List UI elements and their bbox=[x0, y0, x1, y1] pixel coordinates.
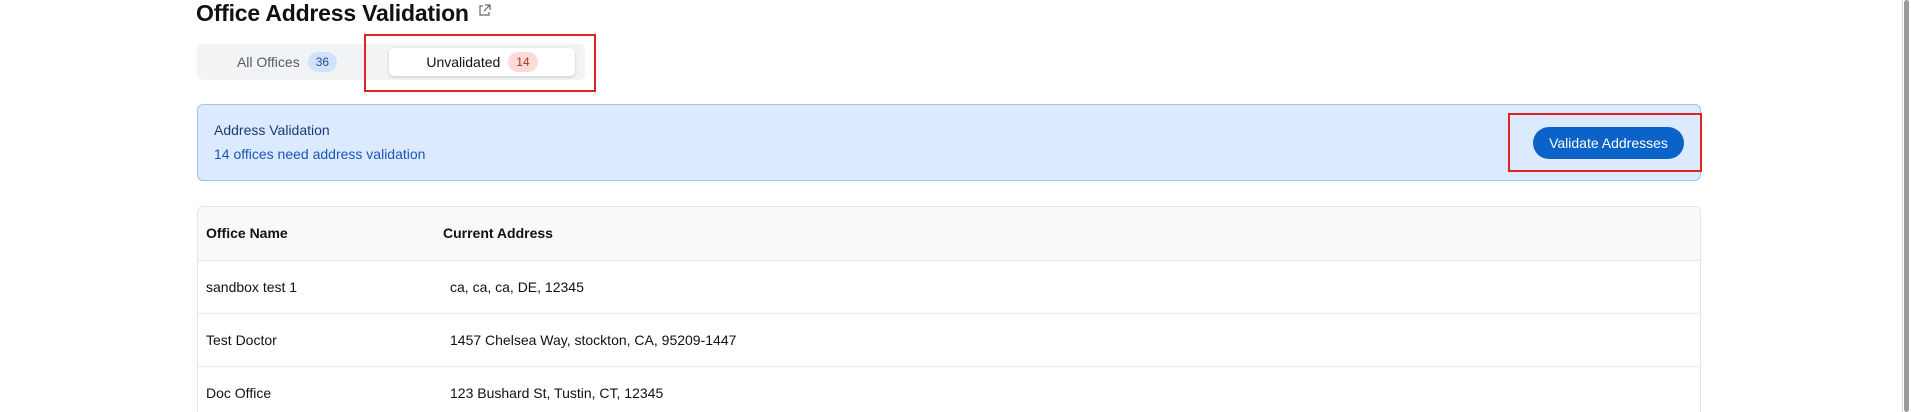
table: Office Name Current Address sandbox test… bbox=[198, 207, 1700, 412]
page: Office Address Validation All Offices 36… bbox=[0, 0, 1911, 412]
tab-all-offices[interactable]: All Offices 36 bbox=[197, 44, 377, 80]
page-title: Office Address Validation bbox=[196, 0, 469, 26]
table-row[interactable]: Doc Office 123 Bushard St, Tustin, CT, 1… bbox=[198, 366, 1700, 412]
highlight-box bbox=[364, 34, 596, 92]
table-row[interactable]: Test Doctor 1457 Chelsea Way, stockton, … bbox=[198, 313, 1700, 366]
highlight-box bbox=[1508, 113, 1702, 172]
count-badge: 36 bbox=[307, 52, 338, 72]
column-header-current-address[interactable]: Current Address bbox=[443, 207, 1700, 260]
scrollbar-thumb[interactable] bbox=[1904, 0, 1909, 412]
address-cell: 1457 Chelsea Way, stockton, CA, 95209-14… bbox=[450, 331, 737, 348]
external-link-icon[interactable] bbox=[478, 3, 491, 17]
offices-table: Office Name Current Address sandbox test… bbox=[197, 206, 1701, 412]
office-name-cell: Doc Office bbox=[206, 384, 272, 401]
table-header-row: Office Name Current Address bbox=[198, 207, 1700, 260]
office-name-cell: sandbox test 1 bbox=[206, 278, 298, 295]
address-cell: 123 Bushard St, Tustin, CT, 12345 bbox=[450, 384, 664, 401]
title-row: Office Address Validation bbox=[196, 0, 491, 27]
alert-title: Address Validation bbox=[214, 122, 330, 138]
column-header-office-name[interactable]: Office Name bbox=[198, 207, 443, 260]
office-name-cell: Test Doctor bbox=[206, 331, 277, 348]
alert-description: 14 offices need address validation bbox=[214, 146, 426, 162]
address-validation-alert: Address Validation 14 offices need addre… bbox=[197, 104, 1701, 181]
table-row[interactable]: sandbox test 1 ca, ca, ca, DE, 12345 bbox=[198, 260, 1700, 313]
address-cell: ca, ca, ca, DE, 12345 bbox=[450, 278, 584, 295]
tab-label: All Offices bbox=[236, 54, 300, 70]
